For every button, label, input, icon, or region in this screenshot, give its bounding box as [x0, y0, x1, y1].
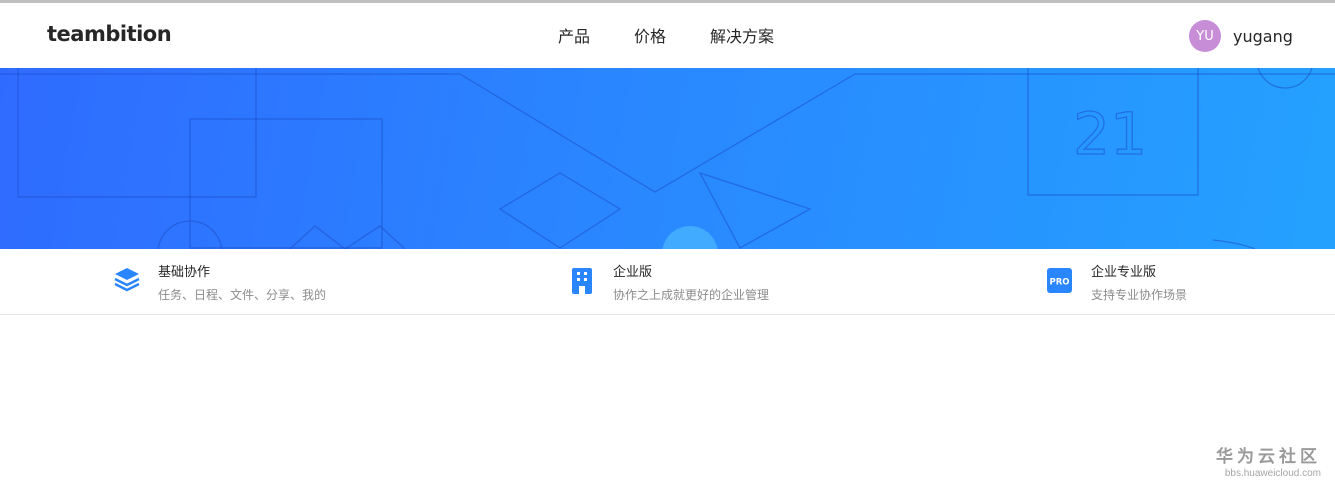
feature-desc: 协作之上成就更好的企业管理 — [613, 288, 770, 302]
hero-decoration: 21 — [0, 68, 1335, 249]
watermark: 华为云社区 bbs.huaweicloud.com — [1216, 442, 1321, 479]
nav-link-solutions[interactable]: 解决方案 — [710, 25, 774, 49]
deco-zigzag — [289, 225, 406, 249]
pro-badge-text: PRO — [1049, 278, 1069, 288]
deco-chevron — [459, 73, 856, 193]
deco-rect-large — [17, 68, 257, 198]
watermark-url: bbs.huaweicloud.com — [1224, 468, 1321, 479]
feature-title: 企业专业版 — [1091, 265, 1157, 280]
feature-desc: 支持专业协作场景 — [1091, 288, 1188, 302]
top-navbar: teambition 产品 价格 解决方案 YU yugang — [0, 3, 1335, 68]
user-menu[interactable]: YU yugang — [1189, 20, 1293, 52]
username[interactable]: yugang — [1233, 27, 1293, 46]
deco-bubble — [662, 226, 718, 249]
teambition-logo[interactable]: teambition — [47, 22, 172, 46]
deco-diamond-left — [498, 172, 622, 249]
feature-bar: 基础协作 任务、日程、文件、分享、我的 企业版 协作之上成就更好的企业管理 PR… — [0, 249, 1335, 315]
building-icon — [572, 268, 592, 294]
feature-desc: 任务、日程、文件、分享、我的 — [158, 288, 327, 302]
avatar[interactable]: YU — [1189, 20, 1221, 52]
deco-rect-small — [189, 118, 383, 249]
deco-circle-right — [1257, 68, 1313, 89]
feature-title: 企业版 — [613, 265, 653, 280]
main-nav: 产品 价格 解决方案 — [558, 25, 818, 49]
layers-icon — [114, 268, 140, 292]
calendar-number: 21 — [1073, 100, 1147, 168]
deco-diamond-right — [698, 171, 812, 249]
deco-arc — [1212, 239, 1256, 249]
nav-link-products[interactable]: 产品 — [558, 25, 590, 49]
hero-banner: 21 — [0, 68, 1335, 249]
pro-badge-icon: PRO — [1047, 268, 1072, 293]
feature-title: 基础协作 — [158, 265, 211, 280]
nav-link-pricing[interactable]: 价格 — [634, 25, 666, 49]
watermark-title: 华为云社区 — [1216, 447, 1321, 467]
